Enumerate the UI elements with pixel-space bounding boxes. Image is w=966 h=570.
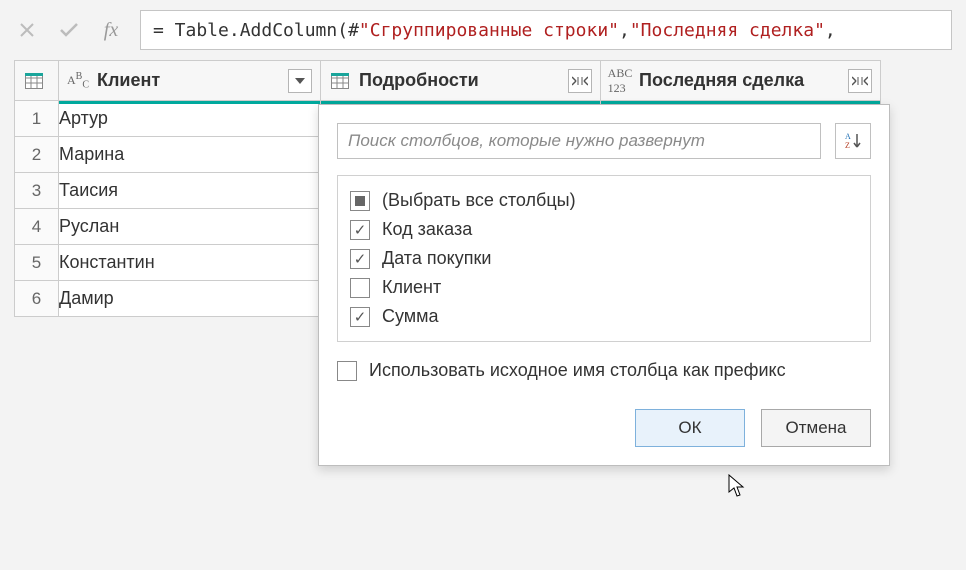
formula-bar: fx = Table.AddColumn(#"Сгруппированные с…: [0, 0, 966, 60]
svg-text:Z: Z: [845, 141, 850, 150]
search-placeholder: Поиск столбцов, которые нужно развернут: [348, 131, 705, 151]
grid-corner-cell[interactable]: [15, 61, 59, 101]
expand-column-button[interactable]: [848, 69, 872, 93]
any-type-icon: ABC123: [609, 70, 631, 92]
client-cell[interactable]: Руслан: [59, 209, 321, 245]
checklist-item[interactable]: Сумма: [350, 302, 858, 331]
checkbox-checked-icon[interactable]: [350, 307, 370, 327]
checkbox-icon[interactable]: [350, 278, 370, 298]
expand-column-button[interactable]: [568, 69, 592, 93]
row-number-cell[interactable]: 6: [15, 281, 59, 317]
row-number-cell[interactable]: 3: [15, 173, 59, 209]
row-number-cell[interactable]: 1: [15, 101, 59, 137]
client-cell[interactable]: Таисия: [59, 173, 321, 209]
row-number-cell[interactable]: 2: [15, 137, 59, 173]
sort-az-button[interactable]: A Z: [835, 123, 871, 159]
column-header-client-label: Клиент: [97, 70, 280, 91]
table-icon: [329, 70, 351, 92]
table-icon: [23, 70, 45, 92]
checklist-item-label: Сумма: [382, 306, 439, 327]
formula-input[interactable]: = Table.AddColumn(#"Сгруппированные стро…: [140, 10, 952, 50]
formula-arg2: "Последняя сделка": [630, 20, 825, 41]
column-header-last-label: Последняя сделка: [639, 70, 840, 91]
filter-dropdown-button[interactable]: [288, 69, 312, 93]
use-prefix-row[interactable]: Использовать исходное имя столбца как пр…: [337, 360, 871, 381]
column-header-details-label: Подробности: [359, 70, 560, 91]
svg-text:A: A: [845, 132, 851, 141]
checklist-item-label: Код заказа: [382, 219, 472, 240]
select-all-row[interactable]: (Выбрать все столбцы): [350, 186, 858, 215]
ok-button[interactable]: ОК: [635, 409, 745, 447]
checklist-item-label: Дата покупки: [382, 248, 491, 269]
checkbox-icon[interactable]: [337, 361, 357, 381]
cancel-button[interactable]: Отмена: [761, 409, 871, 447]
expand-columns-popup: Поиск столбцов, которые нужно развернут …: [318, 104, 890, 466]
column-header-client[interactable]: ABC Клиент: [59, 61, 321, 101]
formula-suffix: ,: [825, 20, 836, 41]
column-header-details[interactable]: Подробности: [321, 61, 601, 101]
formula-sep: ,: [619, 20, 630, 41]
columns-checklist: (Выбрать все столбцы) Код заказа Дата пок…: [337, 175, 871, 342]
formula-cancel-button[interactable]: [14, 17, 40, 43]
fx-icon: fx: [98, 17, 124, 43]
ok-button-label: ОК: [678, 418, 701, 438]
formula-confirm-button[interactable]: [56, 17, 82, 43]
cancel-button-label: Отмена: [786, 418, 847, 438]
formula-text-1: = Table.AddColumn(#: [153, 20, 359, 41]
row-number-cell[interactable]: 4: [15, 209, 59, 245]
text-type-icon: ABC: [67, 70, 89, 92]
checklist-item[interactable]: Код заказа: [350, 215, 858, 244]
column-header-last[interactable]: ABC123 Последняя сделка: [601, 61, 881, 101]
checkbox-checked-icon[interactable]: [350, 220, 370, 240]
checkbox-indeterminate-icon[interactable]: [350, 191, 370, 211]
checklist-item-label: Клиент: [382, 277, 441, 298]
formula-arg1: "Сгруппированные строки": [359, 20, 619, 41]
checklist-item[interactable]: Дата покупки: [350, 244, 858, 273]
checkbox-checked-icon[interactable]: [350, 249, 370, 269]
client-cell[interactable]: Дамир: [59, 281, 321, 317]
client-cell[interactable]: Артур: [59, 101, 321, 137]
row-number-cell[interactable]: 5: [15, 245, 59, 281]
client-cell[interactable]: Марина: [59, 137, 321, 173]
select-all-label: (Выбрать все столбцы): [382, 190, 576, 211]
search-columns-input[interactable]: Поиск столбцов, которые нужно развернут: [337, 123, 821, 159]
checklist-item[interactable]: Клиент: [350, 273, 858, 302]
cursor-icon: [728, 474, 746, 504]
use-prefix-label: Использовать исходное имя столбца как пр…: [369, 360, 786, 381]
client-cell[interactable]: Константин: [59, 245, 321, 281]
